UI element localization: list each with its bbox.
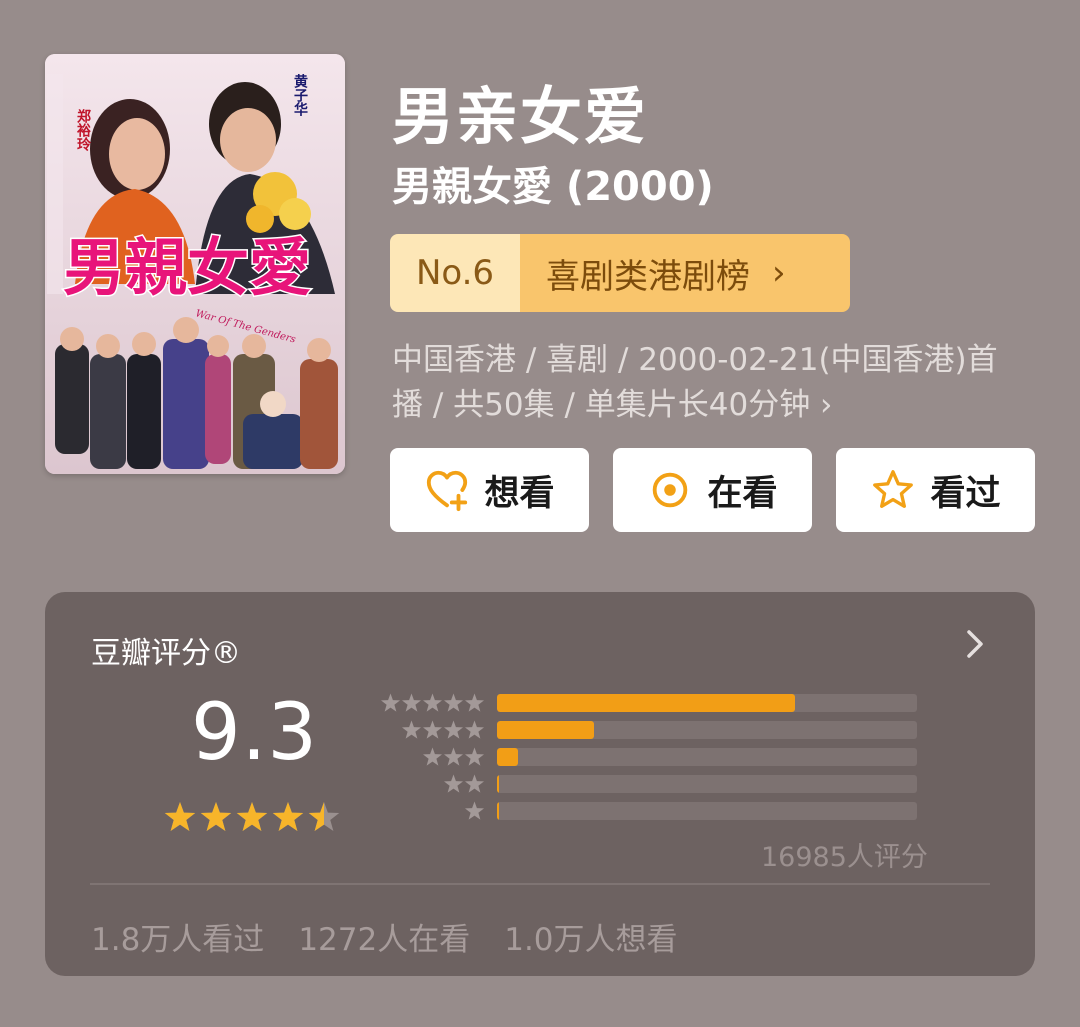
poster-cast-right: 黄子华 (292, 73, 308, 117)
star-filled-icon (200, 802, 232, 831)
rating-bar-fill (497, 694, 796, 712)
poster-image[interactable]: 郑裕玲 黄子华 男親女愛 War Of The Genders (45, 54, 345, 474)
star-small-icon (464, 720, 485, 739)
rating-bar-fill (497, 748, 518, 766)
star-small-icon (443, 720, 464, 739)
rating-bar-fill (497, 802, 500, 820)
watching-count[interactable]: 1272人在看 (298, 914, 470, 959)
chevron-right-icon: › (772, 253, 786, 293)
rank-list: 喜剧类港剧榜 › (520, 234, 850, 312)
rating-bar-track (497, 721, 917, 739)
rating-card[interactable]: 豆瓣评分® 9.3 16985人评分 1.8万人看过 1272人在看 1.0万人… (45, 592, 1035, 976)
rating-row-stars-icon (380, 693, 485, 712)
action-buttons: 想看 在看 看过 (390, 448, 1035, 532)
rating-row-2 (375, 773, 975, 795)
rating-row-stars-icon (443, 774, 485, 793)
show-info[interactable]: 中国香港 / 喜剧 / 2000-02-21(中国香港)首 播 / 共50集 /… (392, 338, 1032, 428)
star-small-icon (401, 693, 422, 712)
star-outline-icon (873, 470, 914, 508)
star-filled-icon (272, 802, 304, 831)
watch-stats: 1.8万人看过 1272人在看 1.0万人想看 (91, 914, 678, 959)
info-line-2: 播 / 共50集 / 单集片长40分钟 › (392, 387, 833, 423)
rating-row-1 (375, 800, 975, 822)
ranking-badge[interactable]: No.6 喜剧类港剧榜 › (390, 234, 850, 312)
star-filled-icon (164, 802, 196, 831)
star-small-icon (422, 720, 443, 739)
show-original-title: 男親女愛 (2000) (392, 164, 714, 210)
rating-bar-track (497, 775, 917, 793)
star-small-icon (422, 693, 443, 712)
rating-stars (164, 802, 340, 831)
rating-row-stars-icon (464, 801, 485, 820)
info-line-1: 中国香港 / 喜剧 / 2000-02-21(中国香港)首 (392, 342, 998, 378)
rating-count: 16985人评分 (761, 842, 928, 873)
rank-number: No.6 (390, 234, 520, 312)
target-circle-icon (653, 472, 688, 508)
want-to-watch-button[interactable]: 想看 (390, 448, 589, 532)
star-small-icon (422, 747, 443, 766)
divider (90, 883, 990, 885)
rating-bar-track (497, 748, 917, 766)
rating-row-4 (375, 719, 975, 741)
star-small-icon (443, 747, 464, 766)
watched-count[interactable]: 1.8万人看过 (91, 914, 264, 959)
star-small-icon (443, 774, 464, 793)
rating-row-stars-icon (401, 720, 485, 739)
watched-label: 看过 (930, 473, 1001, 514)
show-title: 男亲女爱 (392, 80, 649, 153)
rating-title: 豆瓣评分® (91, 636, 241, 671)
star-small-icon (443, 693, 464, 712)
watched-button[interactable]: 看过 (836, 448, 1035, 532)
rating-bar-fill (497, 721, 594, 739)
rating-bar-track (497, 802, 917, 820)
rating-bar-track (497, 694, 917, 712)
star-small-icon (464, 747, 485, 766)
poster-art: 郑裕玲 黄子华 男親女愛 War Of The Genders (45, 54, 345, 474)
poster-cast-left: 郑裕玲 (75, 108, 92, 152)
star-small-icon (401, 720, 422, 739)
star-small-icon (464, 801, 485, 820)
rating-row-5 (375, 692, 975, 714)
watching-label: 在看 (707, 473, 778, 514)
star-small-icon (464, 774, 485, 793)
wish-count[interactable]: 1.0万人想看 (504, 914, 677, 959)
rating-row-stars-icon (422, 747, 485, 766)
star-filled-icon (236, 802, 268, 831)
watching-button[interactable]: 在看 (613, 448, 812, 532)
heart-plus-icon (427, 470, 468, 512)
want-to-watch-label: 想看 (484, 473, 555, 514)
rating-row-3 (375, 746, 975, 768)
star-small-icon (464, 693, 485, 712)
rank-label: 喜剧类港剧榜 (546, 256, 750, 297)
rating-bar-fill (497, 775, 500, 793)
chevron-right-icon[interactable] (960, 626, 990, 662)
star-small-icon (380, 693, 401, 712)
rating-score: 9.3 (191, 688, 319, 778)
poster-title-art: 男親女愛 (63, 231, 311, 304)
